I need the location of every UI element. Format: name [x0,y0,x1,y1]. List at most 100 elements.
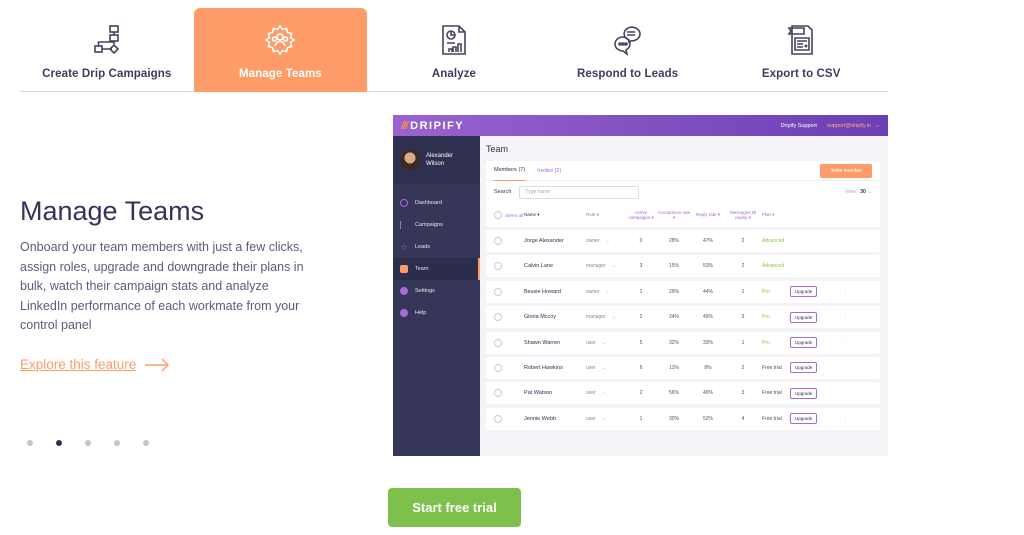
tab-export-to-csv[interactable]: Export to CSV [714,8,888,92]
select-all-checkbox [494,211,502,219]
upgrade-button: Upgrade [790,387,818,399]
feature-tabs: Create Drip Campaigns Manage Teams Analy… [20,8,888,92]
app-tab-invites: Invites (2) [537,167,562,174]
chevron-down-icon: ⌄ [874,123,880,129]
more-options-icon: ⋮ [843,339,848,346]
report-chart-icon [436,22,472,58]
support-link: Dripify Support [780,122,817,129]
upgrade-button: Upgrade [790,311,818,323]
acceptance-rate: 24% [668,314,679,321]
start-free-trial-button[interactable]: Start free trial [388,488,521,527]
invite-member-button: Invite member [820,163,872,178]
app-sidebar: Alexander Wilson Dashboard Campaigns ☆ Lea… [393,136,480,456]
acceptance-rate: 56% [668,390,679,397]
search-label: Search [494,189,512,195]
active-campaigns: 6 [639,364,643,371]
acceptance-rate: 28% [668,238,679,244]
member-plan: Advanced [762,263,785,270]
member-role: manager ⌄ [586,314,616,321]
team-gear-icon [262,22,298,58]
member-name: Pat Watson [524,390,553,397]
acceptance-rate: 32% [668,339,679,346]
app-nav-campaigns: Campaigns [393,214,480,236]
feature-title: Manage Teams [20,196,205,226]
chevron-down-icon: ⌄ [601,339,606,346]
messages-till-replay: 3 [741,314,745,321]
upgrade-button: Upgrade [790,362,818,374]
more-options-icon: ⋮ [843,238,848,244]
upgrade-button: Upgrade [790,337,818,349]
carousel-dot[interactable] [85,440,91,446]
help-icon [400,309,408,317]
member-role: user ⌄ [586,390,606,397]
more-options-icon: ⋮ [843,288,848,295]
row-checkbox [494,389,502,398]
messages-till-replay: 4 [741,415,745,422]
app-header: ///DRIPIFY Dripify Support support@dripi… [393,115,888,136]
flag-icon [400,221,408,229]
tab-label: Create Drip Campaigns [42,68,172,80]
avatar [400,150,420,170]
support-email: support@dripify.io [826,122,871,129]
more-options-icon: ⋮ [843,263,848,270]
more-options-icon: ⋮ [843,390,848,397]
member-plan: Free trial [762,390,782,397]
tab-create-drip-campaigns[interactable]: Create Drip Campaigns [20,8,194,92]
member-plan: Free trial [762,415,782,422]
active-campaigns: 3 [639,263,643,270]
explore-feature-link[interactable]: Explore this feature [20,357,170,372]
row-checkbox [494,262,502,271]
user-name: Alexander Wilson [426,153,454,167]
tab-label: Manage Teams [238,68,322,80]
chevron-down-icon: ⌄ [611,263,616,270]
row-checkbox [494,237,502,245]
tab-manage-teams[interactable]: Manage Teams [193,8,368,92]
table-row: Calvin Lane manager ⌄ 3 15% 53% 2 Advance… [486,255,880,278]
app-user: Alexander Wilson [393,136,480,184]
more-options-icon: ⋮ [843,364,848,371]
app-logo: ///DRIPIFY [401,119,465,132]
gear-icon [400,287,408,295]
member-plan: Pro [762,314,770,321]
chevron-down-icon: ⌄ [601,390,606,397]
active-campaigns: 1 [639,415,643,422]
member-role: owner ⌄ [586,238,610,244]
chevron-down-icon: ⌄ [601,364,606,371]
table-row: Pat Watson user ⌄ 2 56% 49% 3 Free trial … [486,382,880,405]
tab-respond-to-leads[interactable]: Respond to Leads [541,8,715,92]
member-name: Robert Hawkins [524,364,563,371]
carousel-dot[interactable] [114,440,120,446]
member-name: Shawn Warren [524,339,561,346]
row-checkbox [494,363,502,372]
member-plan: Pro [762,339,770,346]
star-icon: ☆ [400,242,409,252]
app-main: Team Members (7) Invites (2) Invite memb… [480,136,888,456]
chevron-down-icon: ⌄ [605,238,610,244]
app-nav-leads: ☆ Leads [400,242,430,252]
tab-label: Export to CSV [761,68,841,80]
table-row: Gloria Mccoy manager ⌄ 2 24% 49% 3 Pro Up… [486,306,880,329]
chevron-down-icon: ⌄ [601,415,606,422]
team-table: Jorge Alexander owner ⌄ 0 28% 47% 2 Advan… [486,230,880,430]
app-preview: ///DRIPIFY Dripify Support support@dripi… [393,115,888,456]
row-checkbox [494,313,502,322]
chat-bubbles-icon [610,22,646,58]
reply-rate: 49% [702,314,713,321]
table-row: Jennie Webb user ⌄ 1 30% 52% 4 Free trial… [486,407,880,430]
messages-till-replay: 2 [741,238,745,244]
member-name: Bessie Howard [524,288,561,295]
table-row: Shawn Warren user ⌄ 5 32% 33% 1 Pro Upgra… [486,331,880,354]
reply-rate: 44% [702,288,713,295]
active-campaigns: 1 [639,288,643,295]
feature-description: Onboard your team members with just a fe… [20,240,304,333]
reply-rate: 49% [702,390,713,397]
view-selector: View: 30 ⌄ [845,189,872,195]
chevron-down-icon: ⌄ [605,288,610,295]
reply-rate: 52% [702,415,713,422]
carousel-dots [27,440,149,446]
tab-analyze[interactable]: Analyze [367,8,541,92]
carousel-dot-active[interactable] [56,440,62,446]
carousel-dot[interactable] [27,440,33,446]
carousel-dot[interactable] [143,440,149,446]
reply-rate: 53% [702,263,713,270]
